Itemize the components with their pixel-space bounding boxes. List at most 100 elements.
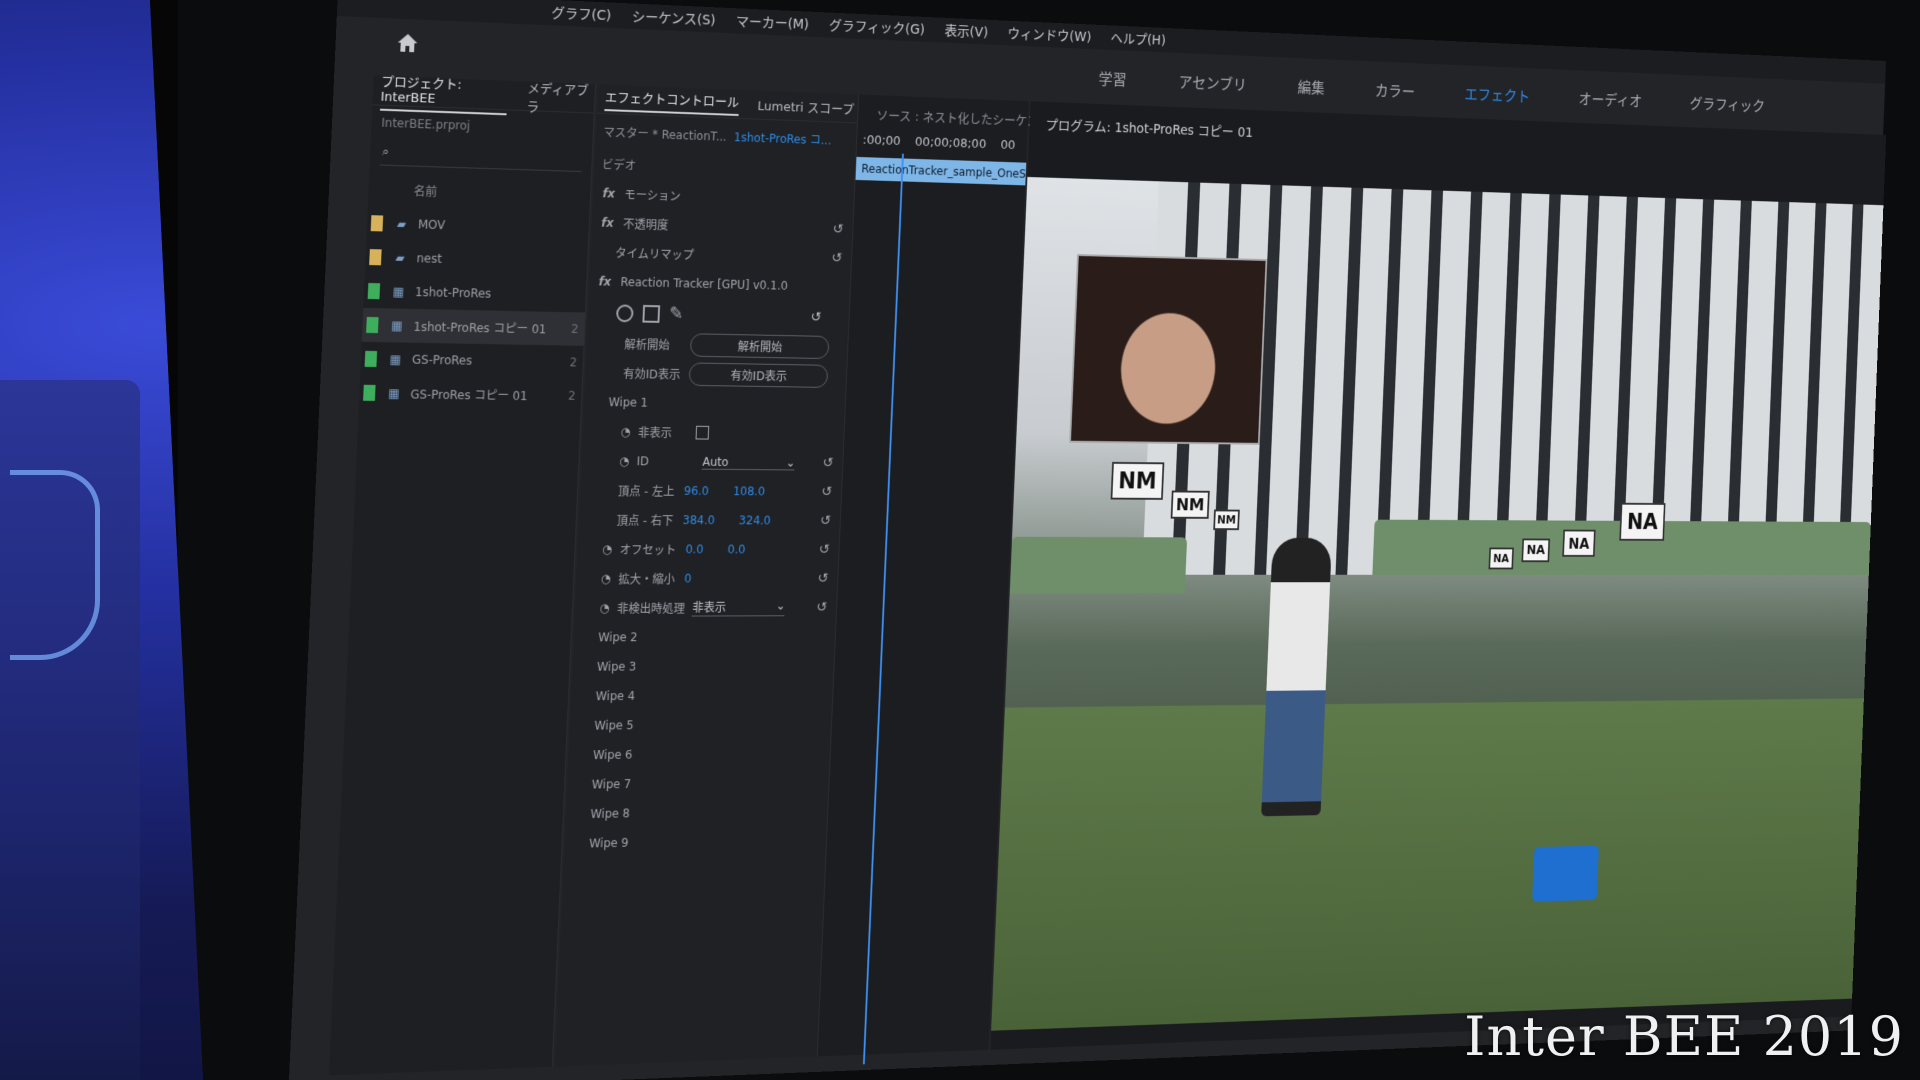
workspace-editing[interactable]: 編集 bbox=[1297, 75, 1325, 98]
wipe-group[interactable]: Wipe 3 bbox=[572, 651, 835, 682]
hide-checkbox[interactable] bbox=[695, 425, 710, 440]
workspace-graphics[interactable]: グラフィック bbox=[1689, 91, 1765, 116]
stopwatch-icon[interactable]: ◔ bbox=[599, 601, 610, 615]
rectangle-mask-icon[interactable] bbox=[642, 304, 661, 323]
menu-graph[interactable]: グラフ(C) bbox=[551, 3, 612, 25]
list-item[interactable]: ▰ MOV bbox=[366, 206, 589, 246]
reset-icon[interactable]: ↺ bbox=[817, 571, 828, 586]
project-column-name[interactable]: 名前 bbox=[368, 169, 591, 212]
menu-window[interactable]: ウィンドウ(W) bbox=[1007, 24, 1091, 47]
id-dropdown[interactable]: Auto ⌄ bbox=[702, 454, 796, 470]
fx-icon: fx bbox=[601, 215, 614, 230]
stopwatch-icon[interactable]: ◔ bbox=[601, 572, 612, 586]
reset-icon[interactable]: ↺ bbox=[831, 250, 842, 266]
list-item[interactable]: ▰ nest bbox=[365, 240, 588, 279]
stopwatch-icon[interactable]: ◔ bbox=[619, 454, 630, 468]
video-tent bbox=[1009, 536, 1188, 594]
menu-help[interactable]: ヘルプ(H) bbox=[1110, 28, 1166, 49]
list-item[interactable]: ▦ 1shot-ProRes bbox=[363, 274, 586, 313]
reset-icon[interactable]: ↺ bbox=[810, 309, 821, 325]
effect-time-remap-label: タイムリマップ bbox=[614, 246, 695, 262]
wipe-label: Wipe 5 bbox=[594, 718, 634, 733]
home-icon[interactable] bbox=[396, 33, 418, 54]
effect-reaction-tracker[interactable]: fx Reaction Tracker [GPU] v0.1.0 bbox=[589, 267, 851, 302]
sequence-icon: ▦ bbox=[391, 318, 403, 333]
project-search-input[interactable]: ⌕ bbox=[379, 143, 583, 173]
wipe-label: Wipe 6 bbox=[592, 747, 633, 763]
wipe-group[interactable]: Wipe 9 bbox=[564, 824, 827, 859]
scale-value[interactable]: 0 bbox=[684, 572, 692, 586]
hide-row: ◔ 非表示 bbox=[582, 417, 844, 449]
tab-media-browser[interactable]: メディアブラ bbox=[526, 77, 595, 117]
chevron-down-icon: ⌄ bbox=[775, 598, 786, 613]
nondetect-dropdown-value: 非表示 bbox=[692, 600, 727, 615]
workspace-audio[interactable]: オーディオ bbox=[1578, 87, 1642, 111]
playhead[interactable] bbox=[862, 153, 904, 1065]
list-item[interactable]: ▦ GS-ProRes 2 bbox=[360, 342, 583, 379]
search-icon: ⌕ bbox=[381, 144, 390, 160]
sequence-icon: ▦ bbox=[392, 284, 405, 299]
bottom-right-y-value[interactable]: 324.0 bbox=[739, 514, 771, 528]
offset-x-value[interactable]: 0.0 bbox=[685, 543, 703, 557]
workspace-color[interactable]: カラー bbox=[1375, 78, 1416, 102]
wipe-label: Wipe 3 bbox=[596, 659, 637, 674]
wipe-1-group[interactable]: Wipe 1 bbox=[583, 387, 845, 420]
wipe-group[interactable]: Wipe 2 bbox=[573, 622, 836, 652]
wipe-label: Wipe 9 bbox=[588, 835, 629, 851]
reset-icon[interactable]: ↺ bbox=[816, 600, 827, 615]
wipe-group[interactable]: Wipe 6 bbox=[568, 737, 831, 770]
list-item[interactable]: ▦ GS-ProRes コピー 01 2 bbox=[359, 376, 582, 413]
wipe-group[interactable]: Wipe 5 bbox=[569, 708, 832, 740]
sequence-icon: ▦ bbox=[389, 352, 402, 367]
wipe-group[interactable]: Wipe 4 bbox=[570, 680, 833, 712]
video-sign: NM bbox=[1110, 461, 1165, 500]
workspace-learning[interactable]: 学習 bbox=[1098, 66, 1127, 90]
top-left-x-value[interactable]: 96.0 bbox=[684, 484, 710, 498]
analyze-row: 解析開始 解析開始 bbox=[586, 328, 848, 362]
offset-row: ◔ オフセット 0.0 0.0 ↺ bbox=[577, 534, 839, 564]
analyze-label: 解析開始 bbox=[624, 337, 670, 352]
nondetect-label: 非検出時処理 bbox=[616, 601, 686, 616]
workspace-effects[interactable]: エフェクト bbox=[1464, 82, 1530, 107]
timecode-end: 00 bbox=[1000, 138, 1016, 153]
premiere-window: グラフ(C) シーケンス(S) マーカー(M) グラフィック(G) 表示(V) … bbox=[288, 0, 1887, 1080]
reset-icon[interactable]: ↺ bbox=[822, 455, 833, 470]
top-left-row: 頂点 - 左上 96.0 108.0 ↺ bbox=[579, 475, 841, 506]
menu-view[interactable]: 表示(V) bbox=[944, 21, 988, 42]
program-video-frame[interactable]: NM NM NM NA NA NA NA bbox=[991, 176, 1884, 1031]
valid-id-button[interactable]: 有効ID表示 bbox=[688, 362, 829, 388]
reset-icon[interactable]: ↺ bbox=[821, 484, 832, 499]
video-ground bbox=[991, 698, 1864, 1031]
stopwatch-icon[interactable]: ◔ bbox=[602, 542, 613, 556]
stopwatch-icon[interactable]: ◔ bbox=[620, 425, 631, 439]
project-panel: プロジェクト: InterBEE メディアブラ InterBEE.prproj … bbox=[328, 70, 597, 1076]
menu-graphics[interactable]: グラフィック(G) bbox=[829, 15, 926, 38]
pen-mask-icon[interactable]: ✎ bbox=[669, 304, 684, 325]
menu-sequence[interactable]: シーケンス(S) bbox=[632, 6, 716, 29]
tab-lumetri-scopes[interactable]: Lumetri スコープ bbox=[757, 95, 855, 117]
menu-marker[interactable]: マーカー(M) bbox=[736, 11, 810, 34]
item-name: GS-ProRes bbox=[411, 352, 473, 368]
tab-effect-controls[interactable]: エフェクトコントロール bbox=[604, 86, 740, 117]
item-name: 1shot-ProRes コピー 01 bbox=[413, 319, 547, 336]
reset-icon[interactable]: ↺ bbox=[818, 542, 829, 557]
workspace-assembly[interactable]: アセンブリ bbox=[1178, 70, 1247, 95]
tab-project[interactable]: プロジェクト: InterBEE bbox=[380, 70, 509, 115]
wipe-1-label: Wipe 1 bbox=[608, 395, 649, 410]
clip-label[interactable]: 1shot-ProRes コ... bbox=[734, 128, 832, 148]
reset-icon[interactable]: ↺ bbox=[832, 222, 843, 238]
ellipse-mask-icon[interactable] bbox=[615, 303, 634, 322]
top-left-y-value[interactable]: 108.0 bbox=[733, 484, 765, 498]
video-sign: NM bbox=[1213, 509, 1240, 531]
list-item[interactable]: ▦ 1shot-ProRes コピー 01 2 bbox=[361, 307, 586, 346]
offset-y-value[interactable]: 0.0 bbox=[727, 543, 745, 557]
wipe-group[interactable]: Wipe 7 bbox=[566, 766, 829, 800]
label-color-swatch bbox=[363, 384, 376, 401]
bottom-right-x-value[interactable]: 384.0 bbox=[682, 513, 715, 527]
folder-icon: ▰ bbox=[395, 250, 405, 265]
timeline-clip[interactable]: ReactionTracker_sample_OneShot bbox=[855, 156, 1027, 186]
fx-icon: fx bbox=[598, 274, 612, 289]
analyze-button[interactable]: 解析開始 bbox=[689, 333, 830, 360]
nondetect-dropdown[interactable]: 非表示 ⌄ bbox=[691, 598, 786, 617]
reset-icon[interactable]: ↺ bbox=[820, 513, 831, 528]
